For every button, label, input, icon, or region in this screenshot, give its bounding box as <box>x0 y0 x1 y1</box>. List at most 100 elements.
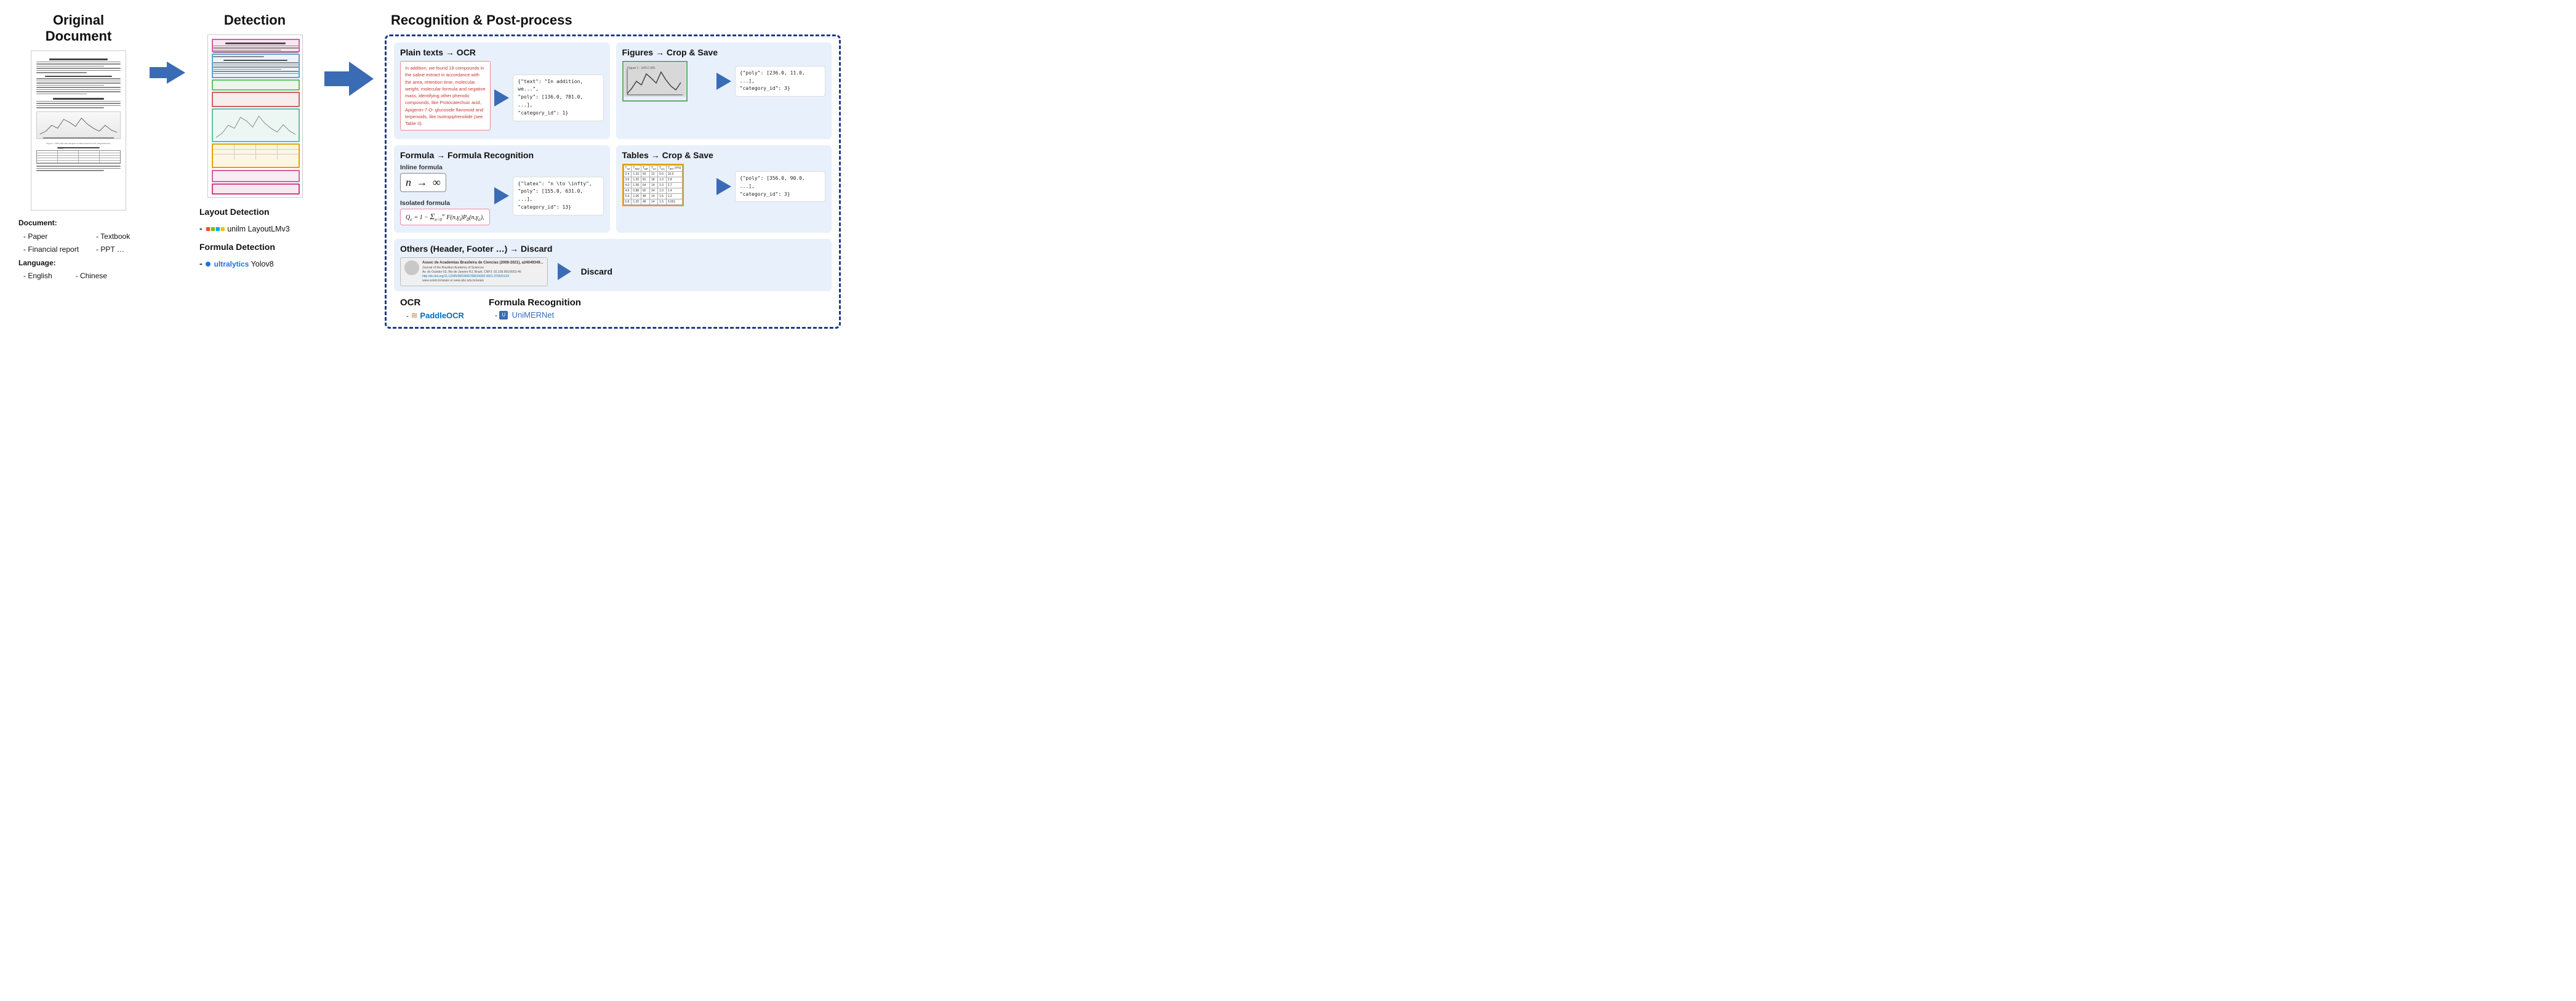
doc-meta: Document: - Paper - Financial report - T… <box>18 217 130 283</box>
figures-arrow <box>716 73 731 90</box>
plain-texts-row: In addition, we found 18 compounds in th… <box>400 61 604 134</box>
inline-math-text: n → ∞ <box>406 176 441 188</box>
tables-json: {"poly": [356.0, 90.0, ...],"category_id… <box>735 171 825 202</box>
formula-section: Formula → Formula Recognition Inline for… <box>394 145 610 233</box>
doc-type-financial: - Financial report <box>18 243 79 257</box>
others-title: Others (Header, Footer …) → Discard <box>400 244 825 254</box>
plain-texts-arrow-shape <box>494 89 509 107</box>
tables-title: Tables → Crop & Save <box>622 150 826 160</box>
plain-texts-title: Plain texts → OCR <box>400 47 604 57</box>
paddle-wavy-icon: ≋ <box>411 310 418 320</box>
doc-type-textbook: - Textbook <box>91 230 130 244</box>
figures-json-text: {"poly": [236.0, 11.0, ...],"category_id… <box>740 70 805 92</box>
detection-page-wrapper <box>211 38 301 195</box>
layout-tool: - ■■■■ unilm LayoutLMv3 <box>199 220 290 237</box>
document-label: Document: <box>18 219 57 227</box>
plain-texts-arrow <box>494 89 509 107</box>
lang-english: - English <box>18 270 52 283</box>
formula-content: Inline formula n → ∞ Isolated formula <box>400 164 491 228</box>
inline-formula-label: Inline formula <box>400 164 491 171</box>
formula-title: Formula → Formula Recognition <box>400 150 604 160</box>
formula-tool: - ultralytics Yolov8 <box>199 255 290 272</box>
formula-recog-item: - U UniMERNet <box>489 310 581 320</box>
table-crop-box: TretTMWTMFTerrTionTIRT (±%) 2.41.1069100… <box>622 164 684 206</box>
dash-unimer: - <box>495 311 499 320</box>
paddleocr-text: PaddleOCR <box>420 311 464 320</box>
ms-logo: ■■■■ <box>206 224 227 233</box>
tables-section: Tables → Crop & Save TretTMWTMFTerrTionT… <box>616 145 832 233</box>
unimernet-icon: U <box>499 311 508 320</box>
ultralytics-logo <box>206 262 211 267</box>
original-doc-title: Original Document <box>18 12 138 44</box>
formula-arrow <box>494 187 509 204</box>
figures-row: Figure 1 - UPLC-MS <box>622 61 826 102</box>
figure-svg: Figure 1 - UPLC-MS <box>624 63 686 97</box>
plain-text-value: In addition, we found 18 compounds in th… <box>405 65 486 126</box>
plain-texts-content: In addition, we found 18 compounds in th… <box>400 61 491 134</box>
isolated-formula-box-wrapper: Qc = 1 − Σn=0∞ F(n,γi)P0(n,γc), <box>400 209 491 228</box>
table-crop-data: TretTMWTMFTerrTionTIRT (±%) 2.41.1069100… <box>624 165 683 205</box>
recognition-panel: Recognition & Post-process Plain texts →… <box>385 12 841 329</box>
detection-panel: Detection <box>196 12 313 272</box>
figures-section: Figures → Crop & Save Figure 1 - UPLC-MS <box>616 42 832 139</box>
recog-bottom: OCR - ≋ PaddleOCR Formula Recognition - … <box>394 297 832 321</box>
arrow-detection-to-recognition <box>324 12 374 96</box>
language-label: Language: <box>18 259 56 267</box>
isolated-formula-label: Isolated formula <box>400 199 491 207</box>
formula-bullet: - <box>199 259 203 268</box>
figures-json: {"poly": [236.0, 11.0, ...],"category_id… <box>735 66 825 97</box>
ocr-section: OCR - ≋ PaddleOCR <box>400 297 464 321</box>
inline-formula-box-wrapper: n → ∞ <box>400 173 491 195</box>
inline-formula-box: n → ∞ <box>400 173 446 192</box>
detection-meta: Layout Detection - ■■■■ unilm LayoutLMv3… <box>196 204 290 272</box>
recognition-inner: Plain texts → OCR In addition, we found … <box>385 34 841 329</box>
layoutlmv3-text: LayoutLMv3 <box>248 225 290 233</box>
yolov8-text: Yolov8 <box>251 260 274 268</box>
tables-json-text: {"poly": [356.0, 90.0, ...],"category_id… <box>740 175 805 197</box>
discard-avatar <box>404 260 419 275</box>
tables-result: {"poly": [356.0, 90.0, ...],"category_id… <box>735 171 825 202</box>
big-arrow-shape <box>324 62 374 96</box>
recog-grid: Plain texts → OCR In addition, we found … <box>394 42 832 291</box>
ultralytics-text: ultralytics <box>214 260 249 268</box>
doc-type-paper: - Paper <box>18 230 79 244</box>
tables-arrow <box>716 178 731 195</box>
original-doc-page: Figure 1 - UPLC-MS Chromatogram of salin… <box>31 50 126 211</box>
formula-json: {"latex": "n \to \infty","poly": [155.0,… <box>513 177 603 215</box>
formula-recog-section: Formula Recognition - U UniMERNet <box>489 297 581 321</box>
detection-page <box>207 34 303 198</box>
arrow-doc-to-detection <box>150 12 185 84</box>
layout-bullet: - <box>199 223 203 233</box>
figure-crop-box: Figure 1 - UPLC-MS <box>622 61 688 102</box>
others-content: Assoc de Academias Brasileira de Ciencia… <box>400 257 548 286</box>
figures-content: Figure 1 - UPLC-MS <box>622 61 713 102</box>
detection-title: Detection <box>224 12 286 28</box>
tables-content: TretTMWTMFTerrTionTIRT (±%) 2.41.1069100… <box>622 164 713 209</box>
others-section: Others (Header, Footer …) → Discard Asso… <box>394 239 832 291</box>
discard-arrow <box>558 263 571 280</box>
figures-arrow-shape <box>716 73 731 90</box>
formula-detection-label: Formula Detection <box>199 239 290 255</box>
formula-row: Inline formula n → ∞ Isolated formula <box>400 164 604 228</box>
recognition-title: Recognition & Post-process <box>391 12 841 28</box>
figures-title: Figures → Crop & Save <box>622 47 826 57</box>
tables-arrow-shape <box>716 178 731 195</box>
discard-content-box: Assoc de Academias Brasileira de Ciencia… <box>400 257 548 286</box>
doc-type-ppt: - PPT … <box>91 243 130 257</box>
formula-result: {"latex": "n \to \infty","poly": [155.0,… <box>513 177 603 215</box>
main-container: Original Document <box>18 12 841 329</box>
tables-row: TretTMWTMFTerrTionTIRT (±%) 2.41.1069100… <box>622 164 826 209</box>
discard-text-content: Assoc de Academias Brasileira de Ciencia… <box>422 260 544 283</box>
ocr-item: - ≋ PaddleOCR <box>400 310 464 321</box>
unilm-text: unilm <box>227 225 246 233</box>
unimernet-text: UniMERNet <box>512 310 555 320</box>
plain-texts-section: Plain texts → OCR In addition, we found … <box>394 42 610 139</box>
lang-chinese: - Chinese <box>71 270 107 283</box>
formula-recog-title: Formula Recognition <box>489 297 581 308</box>
original-doc-panel: Original Document <box>18 12 138 283</box>
others-row: Assoc de Academias Brasileira de Ciencia… <box>400 257 825 286</box>
layout-detection-label: Layout Detection <box>199 204 290 220</box>
figures-result: {"poly": [236.0, 11.0, ...],"category_id… <box>735 66 825 97</box>
plain-texts-json: {"text": "In addition, we...","poly": [1… <box>513 74 603 121</box>
plain-text-sample: In addition, we found 18 compounds in th… <box>400 61 491 131</box>
